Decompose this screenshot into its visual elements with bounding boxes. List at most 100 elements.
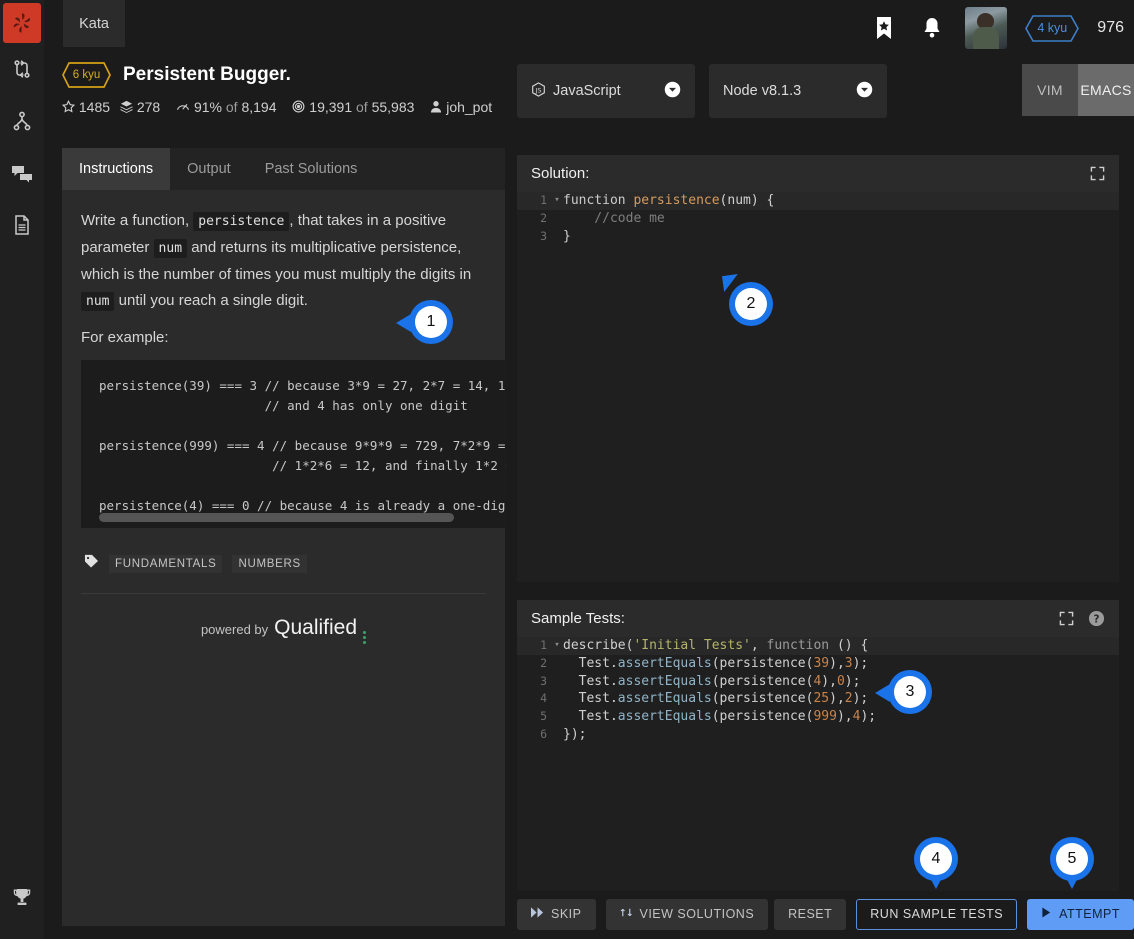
code-text: }); — [563, 726, 587, 742]
stat-total-1: 8,194 — [241, 99, 277, 115]
bookmark-star-icon[interactable] — [869, 13, 899, 43]
kata-rank-label: 6 kyu — [72, 69, 101, 81]
line-number: 3 — [540, 673, 547, 688]
example-hscrollbar[interactable] — [99, 513, 454, 522]
solution-panel-header: Solution: — [517, 155, 1119, 192]
codewars-logo-icon[interactable] — [3, 3, 41, 43]
powered-prefix: powered by — [200, 622, 269, 637]
example-code: persistence(39) === 3 // because 3*9 = 2… — [99, 378, 506, 513]
stat-layers: 278 — [136, 99, 161, 115]
fork-branch-icon[interactable] — [0, 95, 44, 147]
action-bar: SKIP VIEW SOLUTIONS RESET RUN SAMPLE TES… — [517, 896, 1134, 932]
stat-total-2: 55,983 — [371, 99, 415, 115]
gauge-icon — [176, 99, 194, 115]
runtime-select[interactable]: Node v8.1.3 — [709, 64, 887, 118]
code-text: } — [563, 228, 571, 244]
qualified-dots-icon — [363, 631, 367, 644]
line-number: 6 — [540, 726, 547, 741]
trophy-icon[interactable] — [0, 871, 44, 923]
expand-icon[interactable] — [1090, 166, 1105, 181]
sample-tests-editor[interactable]: 1 ▾ describe('Initial Tests', function () … — [517, 637, 1119, 891]
tag-row: FUNDAMENTALS NUMBERS — [62, 528, 505, 573]
user-icon — [430, 99, 446, 115]
avatar[interactable] — [965, 7, 1008, 49]
chat-bubbles-icon[interactable] — [0, 147, 44, 199]
skip-label: SKIP — [551, 907, 582, 921]
powered-by-qualified: powered by Qualified — [62, 594, 505, 644]
callout-number-2: 2 — [735, 288, 767, 320]
tag-numbers[interactable]: NUMBERS — [232, 554, 307, 573]
view-solutions-button[interactable]: VIEW SOLUTIONS — [605, 898, 769, 930]
tab-past-solutions-label: Past Solutions — [264, 161, 358, 177]
callout-marker-3: 3 — [875, 670, 932, 714]
top-bar: Kata 4 kyu 976 — [44, 0, 1134, 56]
tag-icon — [84, 554, 99, 573]
swap-icon — [620, 906, 633, 922]
bell-icon[interactable] — [917, 13, 947, 43]
sample-tests-panel-header: Sample Tests: ? — [517, 600, 1119, 637]
left-rail — [0, 0, 44, 939]
kata-description: Write a function, persistence, that take… — [62, 190, 505, 315]
line-number: 1 — [540, 638, 547, 652]
example-code-block: persistence(39) === 3 // because 3*9 = 2… — [81, 360, 506, 528]
skip-button[interactable]: SKIP — [517, 898, 596, 930]
run-sample-tests-label: RUN SAMPLE TESTS — [870, 907, 1004, 921]
target-icon — [292, 99, 309, 115]
desc-code-num-2: num — [81, 292, 115, 311]
kata-author: joh_pot — [446, 99, 493, 115]
solution-editor[interactable]: 1 ▾ function persistence(num) {2 //code me… — [517, 192, 1119, 582]
runtime-select-label: Node v8.1.3 — [723, 83, 802, 99]
tab-output[interactable]: Output — [170, 148, 248, 190]
tab-past-solutions[interactable]: Past Solutions — [248, 148, 375, 190]
chevron-down-icon — [664, 81, 681, 102]
code-text: function persistence(num) { — [563, 193, 775, 208]
play-icon — [1041, 907, 1052, 921]
kata-train-icon[interactable] — [0, 43, 44, 95]
expand-icon[interactable] — [1059, 611, 1074, 626]
line-number: 2 — [540, 210, 547, 225]
sample-tests-panel: Sample Tests: ? 1 ▾ describe('Initial Test… — [517, 600, 1119, 891]
callout-number-3: 3 — [894, 676, 926, 708]
kata-rank-badge: 6 kyu — [62, 62, 111, 88]
help-circle-icon[interactable]: ? — [1088, 610, 1105, 627]
codewars-trainer-page: Kata 4 kyu 976 6 kyu Persistent Bugger. … — [0, 0, 1134, 939]
editor-mode-vim-label: VIM — [1037, 82, 1063, 98]
qualified-brand: Qualified — [274, 616, 358, 639]
stat-of-1: of — [225, 99, 238, 115]
tab-instructions[interactable]: Instructions — [62, 148, 171, 190]
fold-arrow-icon[interactable]: ▾ — [551, 192, 563, 210]
code-line: 6}); — [517, 726, 1119, 744]
line-number: 4 — [540, 691, 547, 706]
code-text: Test.assertEquals(persistence(39),3); — [563, 655, 869, 671]
language-select-label: JavaScript — [553, 83, 621, 99]
run-sample-tests-button[interactable]: RUN SAMPLE TESTS — [856, 898, 1018, 930]
tag-fundamentals[interactable]: FUNDAMENTALS — [109, 554, 223, 573]
editor-mode-emacs[interactable]: EMACS — [1078, 64, 1134, 116]
layers-icon — [119, 99, 137, 115]
code-text: describe('Initial Tests', function () { — [563, 638, 869, 653]
reset-button[interactable]: RESET — [774, 898, 847, 930]
attempt-button[interactable]: ATTEMPT — [1027, 898, 1134, 930]
instructions-tabs: Instructions Output Past Solutions — [62, 148, 505, 190]
code-text: Test.assertEquals(persistence(4),0); — [563, 673, 861, 689]
user-rank-badge[interactable]: 4 kyu — [1025, 14, 1080, 42]
tab-kata[interactable]: Kata — [63, 0, 125, 47]
reset-label: RESET — [788, 907, 833, 921]
code-line: 2 //code me — [517, 210, 1119, 228]
fold-arrow-icon[interactable]: ▾ — [551, 637, 563, 655]
code-text: Test.assertEquals(persistence(25),2); — [563, 691, 869, 707]
star-icon — [61, 99, 79, 115]
instructions-panel: Instructions Output Past Solutions Write… — [62, 148, 506, 926]
language-select[interactable]: JS JavaScript — [517, 64, 695, 118]
desc-code-num-1: num — [153, 239, 188, 258]
code-line: 1 ▾ function persistence(num) { — [517, 192, 1119, 210]
top-bar-right: 4 kyu 976 — [869, 4, 1124, 52]
code-text: //code me — [563, 210, 665, 226]
editor-mode-vim[interactable]: VIM — [1022, 64, 1078, 116]
code-line: 3 Test.assertEquals(persistence(4),0); — [517, 673, 1119, 691]
sample-tests-title: Sample Tests: — [531, 610, 625, 627]
document-icon[interactable] — [0, 199, 44, 251]
